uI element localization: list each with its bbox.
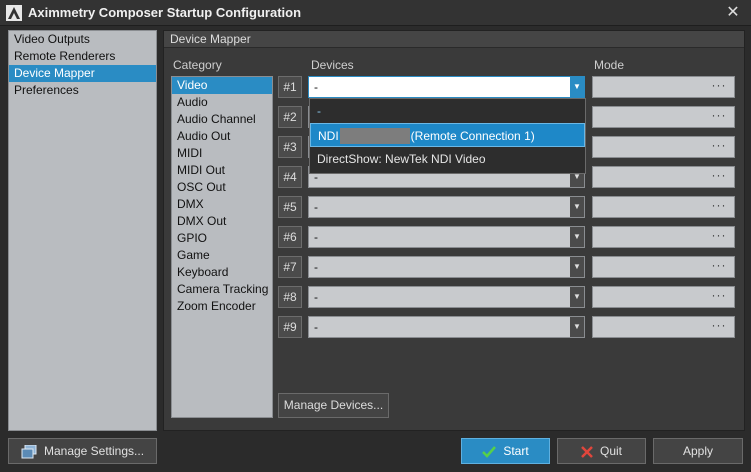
device-select-value: - (314, 200, 318, 214)
device-select-5[interactable]: - ▼ (308, 196, 585, 218)
ndi-suffix: (Remote Connection 1) (410, 129, 535, 143)
chevron-down-icon[interactable]: ▼ (570, 317, 584, 337)
start-label: Start (503, 444, 529, 458)
category-item-audio-out[interactable]: Audio Out (172, 128, 272, 145)
more-options-button[interactable]: ··· (708, 169, 730, 185)
dropdown-option-directshow-ndi[interactable]: DirectShow: NewTek NDI Video (310, 147, 585, 171)
device-mapper-panel: Device Mapper Category Devices Mode Vide… (163, 30, 745, 431)
mode-field-8[interactable]: ··· (592, 286, 735, 308)
title-bar: Aximmetry Composer Startup Configuration… (0, 0, 751, 26)
quit-label: Quit (599, 444, 622, 458)
more-options-button[interactable]: ··· (708, 259, 730, 275)
devices-column-label: Devices (311, 58, 354, 72)
close-button[interactable]: ✕ (723, 3, 743, 23)
category-list: Video Audio Audio Channel Audio Out MIDI… (171, 76, 273, 418)
slot-badge-1: #1 (278, 76, 302, 98)
mode-column-label: Mode (594, 58, 625, 72)
mode-field-1[interactable]: ··· (592, 76, 735, 98)
chevron-down-icon[interactable]: ▼ (570, 257, 584, 277)
panel-title: Device Mapper (164, 31, 744, 48)
chevron-down-icon[interactable]: ▼ (570, 227, 584, 247)
mode-field-6[interactable]: ··· (592, 226, 735, 248)
mode-field-5[interactable]: ··· (592, 196, 735, 218)
more-options-button[interactable]: ··· (708, 289, 730, 305)
sidebar-item-preferences[interactable]: Preferences (9, 82, 156, 99)
close-x-icon (581, 445, 593, 458)
mode-field-4[interactable]: ··· (592, 166, 735, 188)
category-item-audio[interactable]: Audio (172, 94, 272, 111)
more-options-button[interactable]: ··· (708, 139, 730, 155)
category-item-keyboard[interactable]: Keyboard (172, 264, 272, 281)
slot-badge-2: #2 (278, 106, 302, 128)
device-select-9[interactable]: - ▼ (308, 316, 585, 338)
category-item-midi[interactable]: MIDI (172, 145, 272, 162)
mode-field-7[interactable]: ··· (592, 256, 735, 278)
settings-stack-icon (21, 444, 37, 459)
device-select-value: - (314, 260, 318, 274)
category-item-camera-tracking[interactable]: Camera Tracking (172, 281, 272, 298)
aximmetry-logo-icon (6, 5, 22, 21)
category-item-zoom-encoder[interactable]: Zoom Encoder (172, 298, 272, 315)
start-button[interactable]: Start (461, 438, 550, 464)
dropdown-option-ndi-remote[interactable]: NDI (Remote Connection 1) (310, 123, 585, 147)
category-item-dmx[interactable]: DMX (172, 196, 272, 213)
apply-button[interactable]: Apply (653, 438, 743, 464)
close-icon: ✕ (726, 4, 740, 21)
manage-devices-button[interactable]: Manage Devices... (278, 393, 389, 418)
device-select-value: - (314, 230, 318, 244)
sidebar-item-video-outputs[interactable]: Video Outputs (9, 31, 156, 48)
more-options-button[interactable]: ··· (708, 79, 730, 95)
category-item-video[interactable]: Video (172, 77, 272, 94)
more-options-button[interactable]: ··· (708, 229, 730, 245)
apply-label: Apply (682, 444, 714, 458)
more-options-button[interactable]: ··· (708, 319, 730, 335)
sidebar-item-remote-renderers[interactable]: Remote Renderers (9, 48, 156, 65)
window-title: Aximmetry Composer Startup Configuration (28, 5, 302, 20)
device-select-value: - (314, 290, 318, 304)
category-column-label: Category (173, 58, 222, 72)
sidebar-item-device-mapper[interactable]: Device Mapper (9, 65, 156, 82)
mode-field-9[interactable]: ··· (592, 316, 735, 338)
slot-badge-9: #9 (278, 316, 302, 338)
mode-field-2[interactable]: ··· (592, 106, 735, 128)
category-item-midi-out[interactable]: MIDI Out (172, 162, 272, 179)
more-options-button[interactable]: ··· (708, 199, 730, 215)
slot-badge-3: #3 (278, 136, 302, 158)
checkmark-icon (482, 445, 497, 458)
redacted-name-block (339, 127, 410, 144)
device-select-8[interactable]: - ▼ (308, 286, 585, 308)
category-item-game[interactable]: Game (172, 247, 272, 264)
device-select-value: - (314, 320, 318, 334)
more-options-button[interactable]: ··· (708, 109, 730, 125)
device-select-6[interactable]: - ▼ (308, 226, 585, 248)
slot-badge-8: #8 (278, 286, 302, 308)
category-item-dmx-out[interactable]: DMX Out (172, 213, 272, 230)
chevron-down-icon[interactable]: ▼ (570, 197, 584, 217)
slot-badge-4: #4 (278, 166, 302, 188)
device-select-1[interactable]: - ▼ (308, 76, 585, 98)
slot-badge-7: #7 (278, 256, 302, 278)
quit-button[interactable]: Quit (557, 438, 646, 464)
category-item-gpio[interactable]: GPIO (172, 230, 272, 247)
manage-settings-label: Manage Settings... (43, 444, 145, 458)
device-select-7[interactable]: - ▼ (308, 256, 585, 278)
mode-field-3[interactable]: ··· (592, 136, 735, 158)
device-select-value: - (314, 80, 318, 94)
ndi-prefix: NDI (318, 129, 339, 143)
category-item-osc-out[interactable]: OSC Out (172, 179, 272, 196)
settings-sidebar: Video Outputs Remote Renderers Device Ma… (8, 30, 157, 431)
slot-badge-5: #5 (278, 196, 302, 218)
slot-badge-6: #6 (278, 226, 302, 248)
chevron-down-icon[interactable]: ▼ (570, 287, 584, 307)
chevron-down-icon[interactable]: ▼ (570, 77, 584, 97)
dropdown-option-none[interactable]: - (310, 99, 585, 123)
manage-settings-button[interactable]: Manage Settings... (8, 438, 157, 464)
category-item-audio-channel[interactable]: Audio Channel (172, 111, 272, 128)
device-dropdown-list: - NDI (Remote Connection 1) DirectShow: N… (309, 98, 586, 174)
